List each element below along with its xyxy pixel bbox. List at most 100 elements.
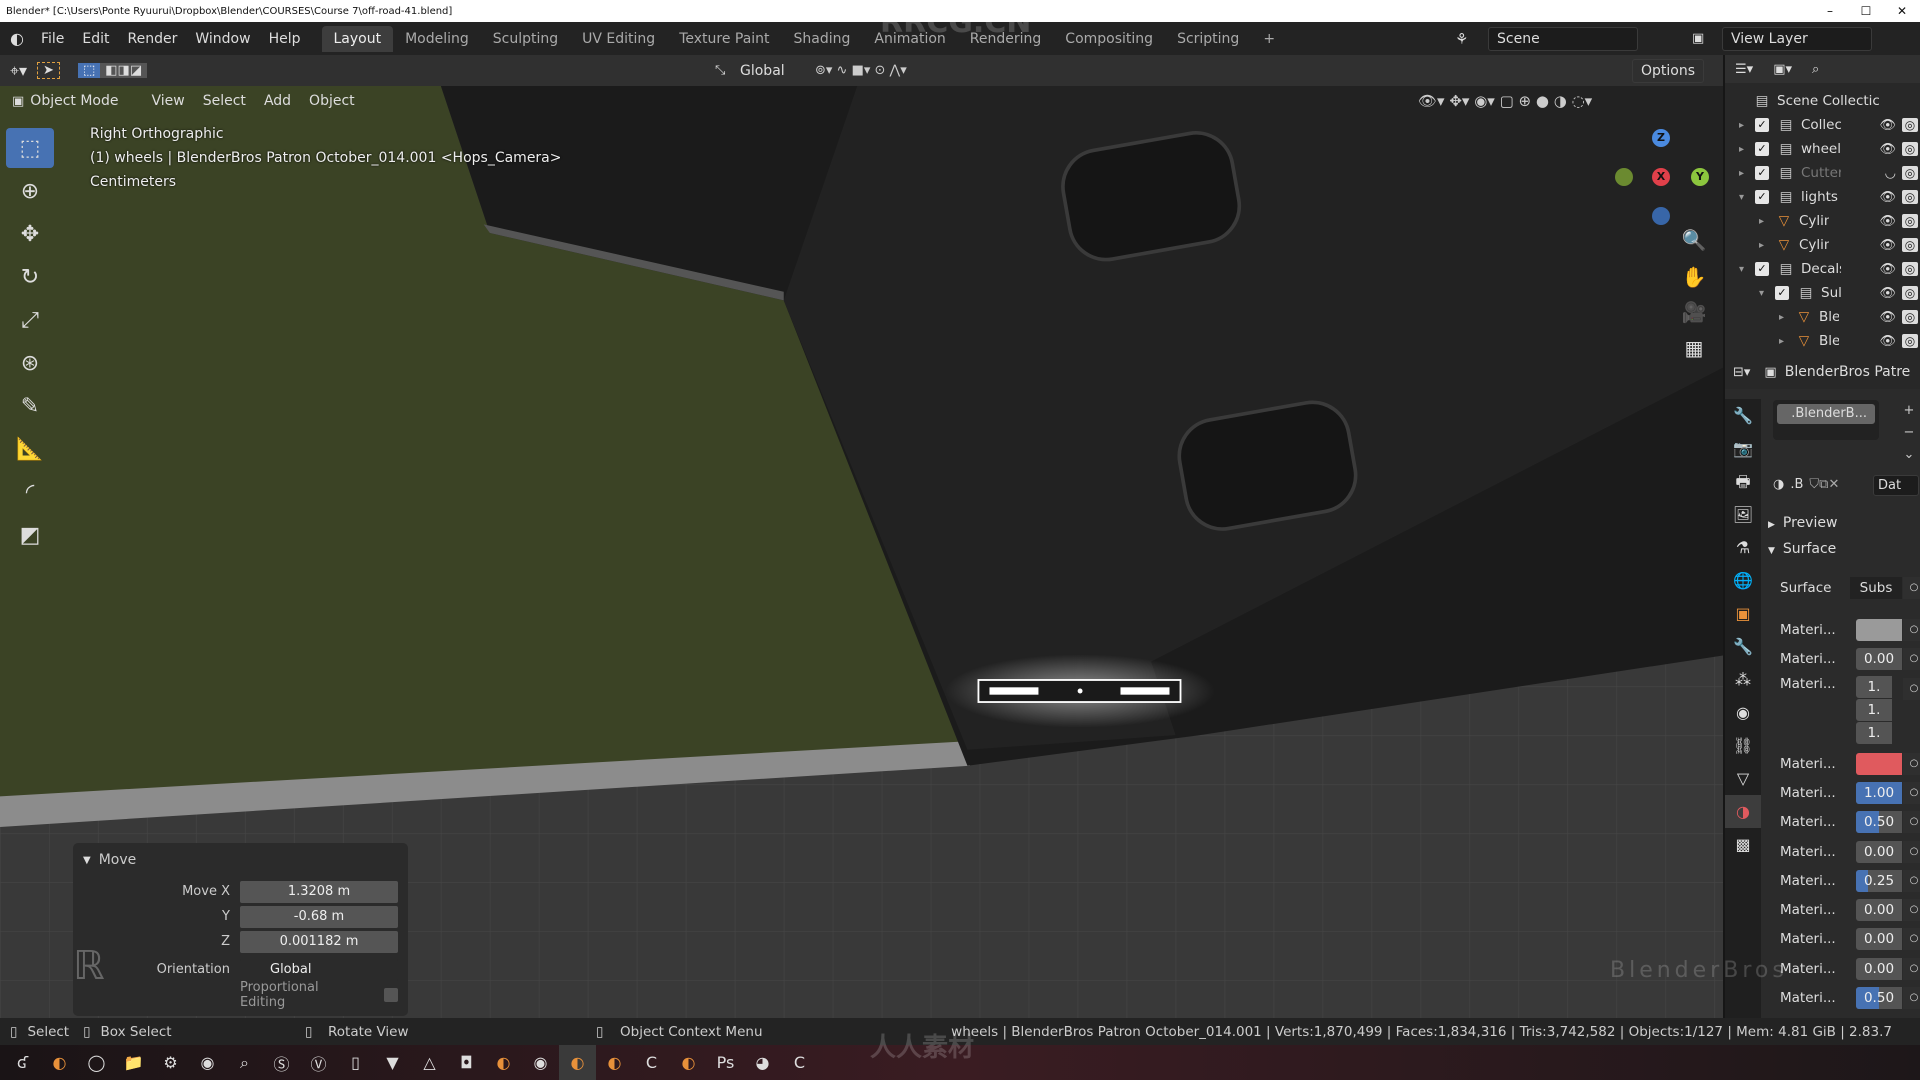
zoom-icon[interactable]: 🔍 [1678, 228, 1710, 260]
collapse-arrow-icon[interactable]: ▾ [1739, 264, 1755, 275]
value-slider[interactable]: 0.00 [1856, 928, 1902, 951]
tab-animation[interactable]: Animation [862, 26, 957, 52]
visibility-eye-icon[interactable]: 👁 [1879, 286, 1896, 301]
menu-file[interactable]: File [32, 31, 73, 47]
blender-icon[interactable]: ◐ [596, 1045, 633, 1080]
camera-view-icon[interactable]: 🎥 [1678, 300, 1710, 332]
app-icon[interactable]: ◉ [522, 1045, 559, 1080]
add-slot-button[interactable]: + [1898, 400, 1920, 422]
color-swatch[interactable] [1856, 752, 1902, 775]
tab-rendering[interactable]: Rendering [958, 26, 1054, 52]
visibility-eye-icon[interactable]: 👁 [1879, 238, 1896, 253]
app-icon[interactable]: C [781, 1045, 818, 1080]
link-socket-icon[interactable]: ○ [1903, 781, 1920, 804]
visibility-eye-icon[interactable]: 👁 [1879, 334, 1896, 349]
transform-tool[interactable]: ⊛ [6, 343, 54, 383]
render-camera-icon[interactable]: ◎ [1902, 238, 1918, 252]
surface-shader-field[interactable]: Subs [1850, 577, 1902, 599]
move-y-field[interactable]: -0.68 m [240, 905, 398, 928]
navigation-gizmo[interactable]: Z X Y [1600, 125, 1710, 235]
search-icon[interactable]: ⌕ [1812, 62, 1819, 77]
tab-modeling[interactable]: Modeling [393, 26, 481, 52]
outliner-item[interactable]: ▸ ▽ Ble 👁 ◎ [1779, 305, 1920, 329]
blender-icon[interactable]: ◐ [41, 1045, 78, 1080]
app-icon[interactable]: ▼ [374, 1045, 411, 1080]
y-axis-handle[interactable]: Y [1691, 168, 1709, 186]
viewport-menu-object[interactable]: Object [300, 93, 364, 109]
view-layer-field[interactable]: View Layer [1722, 26, 1872, 51]
value-slider[interactable]: 0.50 [1856, 811, 1902, 834]
extra-tool[interactable]: ◩ [6, 515, 54, 555]
visibility-eye-icon[interactable]: 👁 [1879, 214, 1896, 229]
pan-hand-icon[interactable]: ✋ [1678, 265, 1710, 297]
material-slot[interactable]: .BlenderB... [1777, 404, 1875, 424]
firefox-icon[interactable]: ◕ [744, 1045, 781, 1080]
value-slider[interactable]: 0.25 [1856, 869, 1902, 892]
expand-arrow-icon[interactable]: ▸ [1779, 336, 1795, 347]
start-icon[interactable]: ʛ [4, 1045, 41, 1080]
value-slider[interactable]: 0.00 [1856, 957, 1902, 980]
orientation-dropdown[interactable]: Global [740, 63, 785, 79]
selection-mode-extend-icon[interactable]: ◧◨◪ [100, 63, 148, 78]
link-socket-icon[interactable]: ○ [1903, 648, 1920, 671]
viewport-menu-add[interactable]: Add [255, 93, 300, 109]
surface-panel-header[interactable]: ▼ Surface [1768, 541, 1836, 557]
selection-mode-icons[interactable]: ⬚ [77, 63, 101, 78]
app-icon[interactable]: ◯ [78, 1045, 115, 1080]
filter-icon[interactable]: ▣▾ [1773, 62, 1792, 77]
maximize-button[interactable]: ☐ [1848, 0, 1884, 22]
link-socket-icon[interactable]: ○ [1903, 811, 1920, 834]
link-socket-icon[interactable]: ○ [1903, 677, 1920, 700]
physics-tab-icon[interactable]: ◉ [1725, 696, 1761, 729]
render-camera-icon[interactable]: ◎ [1902, 166, 1918, 180]
collapse-arrow-icon[interactable]: ▾ [1739, 192, 1755, 203]
display-mode-icon[interactable]: ☰▾ [1735, 62, 1753, 77]
bevel-tool[interactable]: ◜ [6, 472, 54, 512]
render-camera-icon[interactable]: ◎ [1902, 310, 1918, 324]
exclude-checkbox[interactable]: ✓ [1775, 286, 1789, 300]
photoshop-icon[interactable]: Ps [707, 1045, 744, 1080]
vector-component-field[interactable]: 1. [1856, 721, 1892, 744]
view-layer-tab-icon[interactable]: 🖼 [1725, 498, 1761, 531]
move-x-field[interactable]: 1.3208 m [240, 880, 398, 903]
render-camera-icon[interactable]: ◎ [1902, 334, 1918, 348]
close-button[interactable]: ✕ [1884, 0, 1920, 22]
expand-arrow-icon[interactable]: ▸ [1779, 312, 1795, 323]
exclude-checkbox[interactable]: ✓ [1755, 166, 1769, 180]
material-selector[interactable]: ◑ .B ⛉⧉✕ [1773, 477, 1839, 492]
blender-icon[interactable]: ◐ [485, 1045, 522, 1080]
world-tab-icon[interactable]: 🌐 [1725, 564, 1761, 597]
visibility-eye-icon[interactable]: 👁 [1879, 262, 1896, 277]
search-icon[interactable]: ⌕ [226, 1045, 263, 1080]
modifier-tab-icon[interactable]: 🔧 [1725, 630, 1761, 663]
outliner-scene-collection[interactable]: ▤ Scene Collectic [1753, 89, 1920, 113]
skype-icon[interactable]: Ⓢ [263, 1045, 300, 1080]
material-slot-list[interactable]: .BlenderB... [1773, 400, 1879, 440]
render-camera-icon[interactable]: ◎ [1902, 214, 1918, 228]
link-socket-icon[interactable]: ○ [1903, 619, 1920, 641]
link-socket-icon[interactable]: ○ [1903, 840, 1920, 863]
outliner-item[interactable]: ▾✓ ▤ lights c 👁 ◎ [1739, 185, 1920, 209]
vlc-icon[interactable]: △ [411, 1045, 448, 1080]
folder-icon[interactable]: 📁 [115, 1045, 152, 1080]
menu-help[interactable]: Help [260, 31, 310, 47]
particles-tab-icon[interactable]: ⁂ [1725, 663, 1761, 696]
visibility-eye-icon[interactable]: 👁 [1879, 310, 1896, 325]
outliner-item[interactable]: ▸▽ Cylinde 👁 ◎ [1759, 209, 1920, 233]
outliner-item[interactable]: ▾ ✓ ▤ Sul 👁 ◎ [1759, 281, 1920, 305]
tab-uv-editing[interactable]: UV Editing [570, 26, 667, 52]
texture-tab-icon[interactable]: ▩ [1725, 828, 1761, 861]
link-socket-icon[interactable]: ○ [1903, 752, 1920, 775]
material-name[interactable]: .B [1790, 477, 1803, 492]
object-tab-icon[interactable]: ▣ [1725, 597, 1761, 630]
render-camera-icon[interactable]: ◎ [1902, 142, 1918, 156]
add-workspace-button[interactable]: + [1251, 26, 1287, 52]
tab-layout[interactable]: Layout [321, 25, 394, 52]
expand-arrow-icon[interactable]: ▸ [1759, 216, 1775, 227]
scene-field[interactable]: Scene [1488, 26, 1638, 51]
menu-render[interactable]: Render [119, 31, 187, 47]
expand-arrow-icon[interactable]: ▸ [1739, 168, 1755, 179]
editor-type-icon[interactable]: ⌖▾ [0, 61, 37, 81]
neg-y-axis-handle[interactable] [1615, 168, 1633, 186]
scene-tab-icon[interactable]: ⚗ [1725, 531, 1761, 564]
